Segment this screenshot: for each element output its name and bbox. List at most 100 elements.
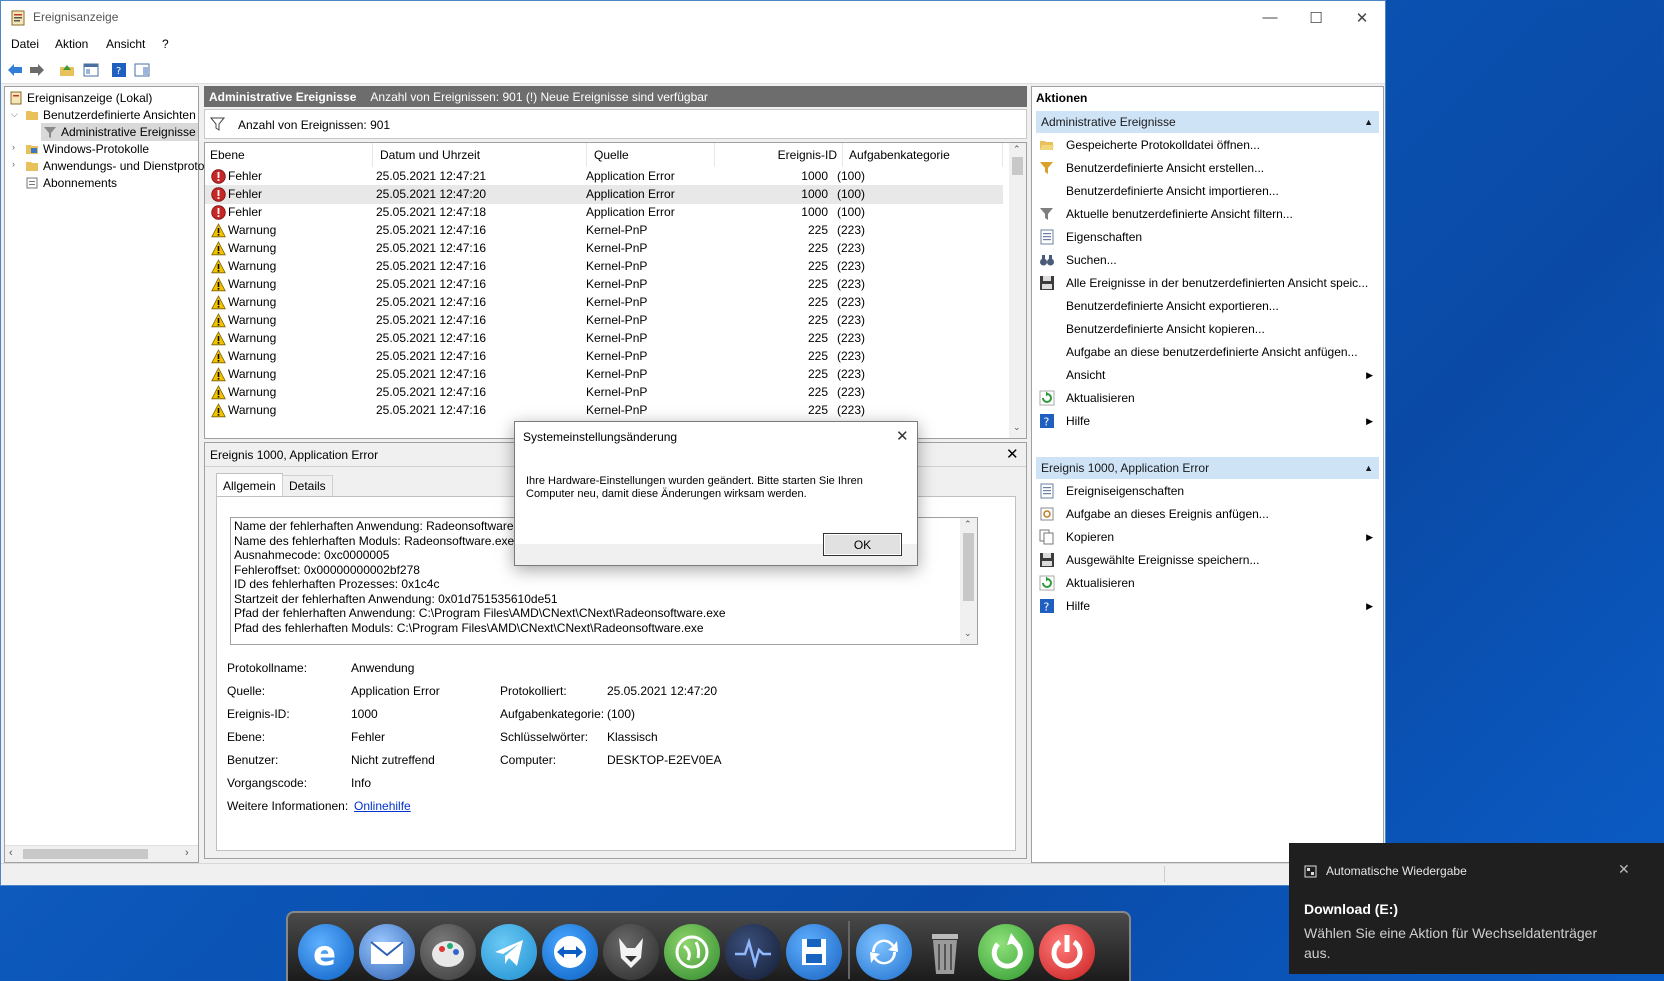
tree-horizontal-scrollbar[interactable]: ‹ › (5, 845, 198, 862)
table-row[interactable]: Warnung 25.05.2021 12:47:16 Kernel-PnP 225 (… (205, 221, 1003, 240)
menu-ansicht[interactable]: Ansicht (106, 37, 145, 51)
table-row[interactable]: Warnung 25.05.2021 12:47:16 Kernel-PnP 225 (… (205, 401, 1003, 420)
tab-details[interactable]: Details (282, 475, 333, 497)
action-item[interactable]: ? Hilfe ▶ (1036, 595, 1379, 617)
action-item[interactable]: Aufgabe an dieses Ereignis anfügen... (1036, 503, 1379, 525)
table-row[interactable]: Warnung 25.05.2021 12:47:16 Kernel-PnP 225 (… (205, 365, 1003, 384)
scroll-right-icon[interactable]: › (185, 847, 189, 859)
teamviewer-icon[interactable] (542, 924, 598, 980)
grid-vertical-scrollbar[interactable]: ⌃ ⌄ (1009, 143, 1026, 438)
actions-section-event[interactable]: Ereignis 1000, Application Error ▲ (1036, 457, 1379, 479)
table-row[interactable]: Fehler 25.05.2021 12:47:20 Application Err… (205, 185, 1003, 204)
table-row[interactable]: Warnung 25.05.2021 12:47:16 Kernel-PnP 225 (… (205, 311, 1003, 330)
action-item[interactable]: Aktuelle benutzerdefinierte Ansicht filt… (1036, 203, 1379, 225)
action-item[interactable]: Aktualisieren (1036, 387, 1379, 409)
power-icon[interactable] (1039, 924, 1095, 980)
action-item[interactable]: Ereigniseigenschaften (1036, 480, 1379, 502)
action-item[interactable]: Alle Ereignisse in der benutzerdefiniert… (1036, 272, 1379, 294)
scroll-thumb[interactable] (1012, 157, 1023, 175)
table-row[interactable]: Warnung 25.05.2021 12:47:16 Kernel-PnP 225 (… (205, 293, 1003, 312)
dialog-title-bar[interactable]: Systemeinstellungsänderung ✕ (515, 422, 917, 452)
scroll-up-icon[interactable]: ⌃ (1013, 144, 1021, 155)
show-hide-tree-button[interactable] (81, 60, 101, 79)
table-row[interactable]: Fehler 25.05.2021 12:47:18 Application Err… (205, 203, 1003, 222)
scroll-up-icon[interactable]: ⌃ (964, 519, 972, 530)
submenu-arrow-icon: ▶ (1366, 531, 1373, 542)
sync-icon[interactable] (856, 924, 912, 980)
action-pane-button[interactable] (132, 60, 152, 79)
paint-icon[interactable] (420, 924, 476, 980)
action-item[interactable]: Ausgewählte Ereignisse speichern... (1036, 549, 1379, 571)
close-detail-icon[interactable]: ✕ (1006, 445, 1019, 463)
description-scrollbar[interactable]: ⌃ ⌄ (960, 518, 977, 644)
action-item[interactable]: Benutzerdefinierte Ansicht kopieren... (1036, 318, 1379, 340)
column-header-event-id[interactable]: Ereignis-ID (715, 143, 843, 167)
column-header-level[interactable]: Ebene (205, 143, 373, 167)
up-folder-button[interactable] (57, 60, 77, 79)
actions-section-admin-events[interactable]: Administrative Ereignisse ▲ (1036, 111, 1379, 133)
telegram-icon[interactable] (481, 924, 537, 980)
title-bar[interactable]: Ereignisanzeige — ☐ ✕ (1, 1, 1385, 34)
table-row[interactable]: Fehler 25.05.2021 12:47:21 Application Err… (205, 167, 1003, 186)
scroll-thumb[interactable] (23, 849, 148, 859)
tree-item-subscriptions[interactable]: Abonnements (25, 174, 117, 192)
scroll-left-icon[interactable]: ‹ (9, 847, 13, 859)
action-item[interactable]: Eigenschaften (1036, 226, 1379, 248)
action-item[interactable]: Benutzerdefinierte Ansicht erstellen... (1036, 157, 1379, 179)
action-item[interactable]: ? Hilfe ▶ (1036, 410, 1379, 432)
action-item[interactable]: Aktualisieren (1036, 572, 1379, 594)
tree-item-app-service-logs[interactable]: Anwendungs- und Dienstprotokolle (25, 157, 229, 175)
toast-close-icon[interactable]: ✕ (1618, 861, 1630, 878)
table-row[interactable]: Warnung 25.05.2021 12:47:16 Kernel-PnP 225 (… (205, 257, 1003, 276)
action-item[interactable]: Kopieren ▶ (1036, 526, 1379, 548)
dialog-close-icon[interactable]: ✕ (896, 427, 909, 445)
scroll-down-icon[interactable]: ⌄ (964, 628, 972, 639)
table-row[interactable]: Warnung 25.05.2021 12:47:16 Kernel-PnP 225 (… (205, 329, 1003, 348)
column-header-source[interactable]: Quelle (587, 143, 715, 167)
menu-datei[interactable]: Datei (11, 37, 39, 51)
column-header-date[interactable]: Datum und Uhrzeit (373, 143, 587, 167)
action-item[interactable]: Ansicht ▶ (1036, 364, 1379, 386)
minimize-button[interactable]: — (1247, 1, 1293, 34)
scroll-down-icon[interactable]: ⌄ (1013, 422, 1021, 433)
restart-icon[interactable] (978, 924, 1034, 980)
chevron-right-icon[interactable]: › (12, 142, 15, 152)
trash-icon[interactable] (917, 924, 973, 980)
action-item[interactable]: Aufgabe an diese benutzerdefinierte Ansi… (1036, 341, 1379, 363)
floppy-icon[interactable] (786, 924, 842, 980)
edge-icon[interactable]: e (298, 924, 354, 980)
tab-general[interactable]: Allgemein (216, 473, 283, 497)
chevron-down-icon[interactable]: ⌵ (11, 109, 18, 120)
audio-wave-icon[interactable] (725, 924, 781, 980)
forward-button[interactable] (27, 60, 47, 79)
back-button[interactable] (5, 60, 25, 79)
tree-item-admin-events[interactable]: Administrative Ereignisse (41, 123, 198, 141)
table-row[interactable]: Warnung 25.05.2021 12:47:16 Kernel-PnP 225 (… (205, 383, 1003, 402)
action-item[interactable]: Benutzerdefinierte Ansicht importieren..… (1036, 180, 1379, 202)
maximize-button[interactable]: ☐ (1293, 1, 1339, 34)
mail-icon[interactable] (359, 924, 415, 980)
table-row[interactable]: Warnung 25.05.2021 12:47:16 Kernel-PnP 225 (… (205, 275, 1003, 294)
action-item[interactable]: Benutzerdefinierte Ansicht exportieren..… (1036, 295, 1379, 317)
tree-item-custom-views[interactable]: Benutzerdefinierte Ansichten (25, 106, 196, 124)
menu-aktion[interactable]: Aktion (55, 37, 88, 51)
online-help-link[interactable]: Onlinehilfe (354, 799, 411, 813)
table-row[interactable]: Warnung 25.05.2021 12:47:16 Kernel-PnP 225 (… (205, 239, 1003, 258)
tree-item-root[interactable]: Ereignisanzeige (Lokal) (9, 89, 152, 107)
collapse-up-icon[interactable]: ▲ (1364, 463, 1373, 473)
menu-help[interactable]: ? (162, 37, 169, 51)
action-item[interactable]: Suchen... (1036, 249, 1379, 271)
column-header-task-category[interactable]: Aufgabenkategorie (843, 143, 1003, 167)
ok-button[interactable]: OK (823, 533, 902, 556)
close-button[interactable]: ✕ (1339, 1, 1385, 34)
tree-item-windows-logs[interactable]: Windows-Protokolle (25, 140, 149, 158)
chevron-right-icon[interactable]: › (12, 159, 15, 169)
autoplay-notification[interactable]: Automatische Wiedergabe ✕ Download (E:) … (1289, 843, 1664, 974)
table-row[interactable]: Warnung 25.05.2021 12:47:16 Kernel-PnP 225 (… (205, 347, 1003, 366)
help-toolbar-button[interactable]: ? (109, 60, 129, 79)
action-item[interactable]: Gespeicherte Protokolldatei öffnen... (1036, 134, 1379, 156)
fox-icon[interactable] (603, 924, 659, 980)
collapse-up-icon[interactable]: ▲ (1364, 117, 1373, 127)
scroll-thumb[interactable] (963, 533, 974, 601)
globe-icon[interactable] (664, 924, 720, 980)
